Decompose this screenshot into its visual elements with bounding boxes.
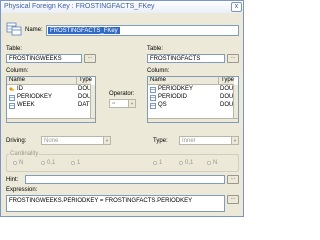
hint-label: Hint: <box>6 177 19 183</box>
driving-label: Driving: <box>6 138 27 144</box>
column-name: QS <box>158 102 167 108</box>
right-table-browse-button[interactable]: ... <box>227 54 239 63</box>
cardinality-left-n-label: N <box>19 160 24 166</box>
left-table-label: Table: <box>6 46 23 52</box>
list-item[interactable]: WEEK DATE <box>7 102 94 110</box>
operator-label: Operator: <box>109 91 135 97</box>
cardinality-right-01-radio[interactable] <box>179 161 183 165</box>
right-header-type[interactable]: Type <box>219 77 234 83</box>
chevron-down-icon: ▼ <box>103 137 110 144</box>
right-table-input[interactable]: FROSTINGFACTS <box>147 54 225 63</box>
column-icon <box>9 103 15 109</box>
column-name: PERIODKEY <box>17 94 53 100</box>
driving-select[interactable]: None ▼ <box>41 136 111 145</box>
title-bar: Physical Foreign Key : FROSTINGFACTS_FKe… <box>1 1 243 13</box>
left-header-name[interactable]: Name <box>7 77 25 83</box>
expression-builder-button[interactable]: ... <box>227 195 239 204</box>
right-header-name[interactable]: Name <box>148 77 166 83</box>
column-icon <box>150 103 156 109</box>
left-header-type[interactable]: Type <box>77 77 92 83</box>
cardinality-label: Cardinality <box>9 151 40 157</box>
column-icon <box>9 95 15 101</box>
right-column-label: Column: <box>147 68 170 74</box>
type-select[interactable]: Inner ▼ <box>179 136 239 145</box>
name-label: Name: <box>25 27 43 33</box>
cardinality-right-n-radio[interactable] <box>207 161 211 165</box>
close-button[interactable]: x <box>231 2 242 12</box>
hint-input[interactable] <box>25 175 225 184</box>
list-item[interactable]: PERIODID DOUI <box>148 94 235 102</box>
list-item[interactable]: ID DOUI <box>7 86 93 94</box>
chevron-down-icon: ▼ <box>231 137 238 144</box>
cardinality-left-01-label: 0,1 <box>47 160 56 166</box>
cardinality-left-01-radio[interactable] <box>41 161 45 165</box>
operator-select[interactable]: = ▼ <box>109 99 136 108</box>
name-input[interactable]: FROSTINGFACTS_FKey <box>46 25 239 36</box>
cardinality-right-n-label: N <box>213 160 218 166</box>
window-title: Physical Foreign Key : FROSTINGFACTS_FKe… <box>4 3 155 10</box>
column-name: PERIODKEY <box>158 86 194 92</box>
cardinality-left-1-label: 1 <box>77 160 81 166</box>
left-list-vertical-scrollbar[interactable] <box>90 85 95 118</box>
list-item[interactable]: PERIODKEY DOUI <box>148 86 235 94</box>
column-name: PERIODID <box>158 94 188 100</box>
expression-input[interactable]: FROSTINGWEEKS.PERIODKEY = FROSTINGFACTS.… <box>6 195 225 212</box>
expression-label: Expression: <box>6 187 38 193</box>
cardinality-left-n-radio[interactable] <box>13 161 17 165</box>
left-list-horizontal-scrollbar[interactable] <box>7 118 95 122</box>
left-column-list[interactable]: Name Type ID DOUI PERIODKEY DOUI WEEK DA… <box>6 76 96 123</box>
column-icon <box>150 95 156 101</box>
cardinality-left-1-radio[interactable] <box>71 161 75 165</box>
cardinality-right-01-label: 0,1 <box>185 160 194 166</box>
type-label: Type: <box>153 138 168 144</box>
right-column-header: Name Type <box>148 77 234 85</box>
right-column-list[interactable]: Name Type PERIODKEY DOUI PERIODID DOUI Q… <box>147 76 239 123</box>
chevron-down-icon: ▼ <box>128 100 135 107</box>
left-table-browse-button[interactable]: ... <box>84 54 96 63</box>
list-item[interactable]: QS DOUI <box>148 102 235 110</box>
list-item[interactable]: PERIODKEY DOUI <box>7 94 93 102</box>
left-column-label: Column: <box>6 68 29 74</box>
left-table-input[interactable]: FROSTINGWEEKS <box>6 54 82 63</box>
hint-browse-button[interactable]: ... <box>227 175 239 184</box>
column-icon <box>150 87 156 93</box>
operator-value: = <box>112 101 116 107</box>
column-name: WEEK <box>17 102 35 108</box>
type-value: Inner <box>182 138 196 144</box>
key-column-icon <box>9 87 15 91</box>
cardinality-right-1-radio[interactable] <box>153 161 157 165</box>
foreign-key-dialog: Physical Foreign Key : FROSTINGFACTS_FKe… <box>0 0 244 217</box>
column-name: ID <box>17 86 23 92</box>
cardinality-right-1-label: 1 <box>159 160 163 166</box>
foreign-key-icon <box>6 22 22 36</box>
right-list-horizontal-scrollbar[interactable] <box>148 118 238 122</box>
left-column-header: Name Type <box>7 77 92 85</box>
right-list-vertical-scrollbar[interactable] <box>233 85 238 118</box>
driving-value: None <box>44 138 59 144</box>
name-value: FROSTINGFACTS_FKey <box>48 27 120 34</box>
right-table-label: Table: <box>147 46 164 52</box>
